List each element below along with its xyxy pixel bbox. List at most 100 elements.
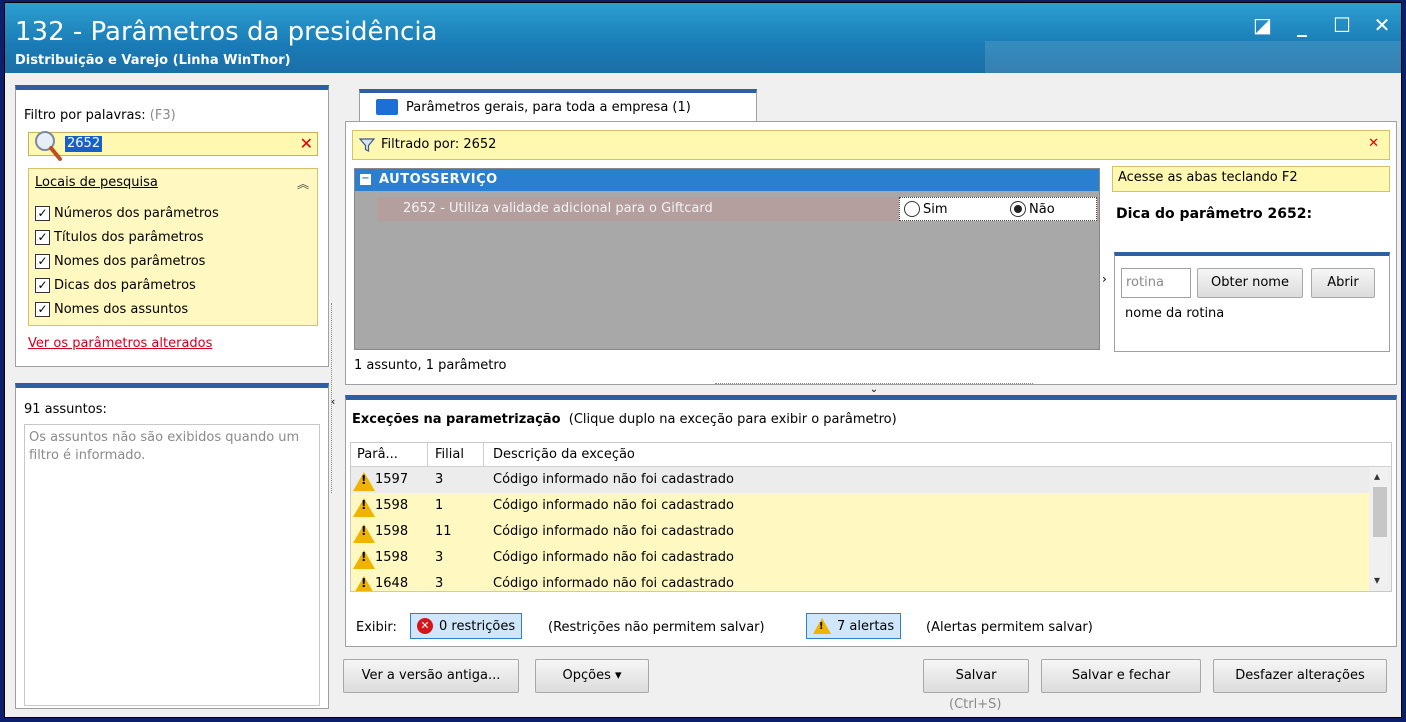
maximize-icon[interactable]: ☐: [1333, 13, 1351, 37]
checkbox-box[interactable]: ✓: [35, 301, 50, 317]
folder-icon: [376, 99, 398, 115]
checkbox-label: Números dos parâmetros: [54, 205, 219, 221]
close-icon[interactable]: ✕: [1373, 13, 1391, 37]
clear-search-icon[interactable]: ✕: [300, 134, 313, 153]
search-locations-title[interactable]: Locais de pesquisa: [35, 175, 158, 190]
col-param[interactable]: Parâ...: [357, 447, 398, 462]
search-locations-box: Locais de pesquisa ︽ ✓ Números dos parâm…: [28, 168, 318, 326]
cell-desc: Código informado não foi cadastrado: [493, 472, 734, 487]
restore-icon[interactable]: ◪: [1253, 13, 1272, 37]
col-filial[interactable]: Filial: [435, 447, 464, 462]
params-grid: − AUTOSSERVIÇO 2652 - Utiliza validade a…: [354, 168, 1100, 350]
scroll-down-icon[interactable]: ▾: [1374, 573, 1380, 587]
checkbox-box[interactable]: ✓: [35, 205, 50, 221]
subjects-list[interactable]: Os assuntos não são exibidos quando um f…: [24, 424, 320, 706]
checkbox-box[interactable]: ✓: [35, 253, 50, 269]
checkbox-names[interactable]: ✓ Nomes dos parâmetros: [35, 251, 205, 271]
filter-label-text: Filtro por palavras:: [24, 108, 146, 123]
filter-panel: Filtro por palavras: (F3) 2652 ✕ Locais …: [15, 85, 329, 367]
error-icon: ✕: [417, 618, 433, 634]
routine-panel: rotina Obter nome Abrir nome da rotina: [1114, 252, 1390, 352]
filtered-by-text: Filtrado por: 2652: [381, 137, 497, 152]
save-button[interactable]: Salvar: [923, 659, 1029, 693]
radio-no[interactable]: Não: [1010, 201, 1055, 217]
subjects-panel: 91 assuntos: Os assuntos não são exibido…: [15, 383, 329, 709]
cell-desc: Código informado não foi cadastrado: [493, 576, 734, 591]
checkbox-box[interactable]: ✓: [35, 277, 50, 293]
radio-circle-selected[interactable]: [1010, 201, 1026, 217]
group-label: AUTOSSERVIÇO: [379, 172, 498, 187]
param-value-editor[interactable]: Sim Não: [899, 197, 1097, 221]
warning-icon-mark: !: [361, 473, 367, 487]
checkbox-subjects[interactable]: ✓ Nomes dos assuntos: [35, 299, 188, 319]
cell-param: 1598: [375, 550, 409, 565]
cell-filial: 1: [435, 498, 444, 513]
exceptions-hint: (Clique duplo na exceção para exibir o p…: [568, 412, 897, 427]
table-row[interactable]: ! 1597 3 Código informado não foi cadast…: [351, 467, 1369, 493]
tab-body: Filtrado por: 2652 ✕ − AUTOSSERVIÇO 2652…: [345, 121, 1397, 385]
param-row[interactable]: 2652 - Utiliza validade adicional para o…: [377, 197, 1099, 221]
checkbox-box[interactable]: ✓: [35, 229, 50, 245]
param-tip-title: Dica do parâmetro 2652:: [1116, 206, 1313, 222]
scroll-thumb[interactable]: [1373, 487, 1387, 537]
cell-filial: 3: [435, 550, 444, 565]
checkbox-label: Nomes dos assuntos: [54, 301, 189, 317]
vertical-scrollbar[interactable]: ▴ ▾: [1369, 467, 1391, 591]
save-close-button[interactable]: Salvar e fechar: [1041, 659, 1201, 693]
open-button[interactable]: Abrir: [1311, 268, 1375, 298]
col-description[interactable]: Descrição da exceção: [493, 447, 635, 462]
clear-filter-icon[interactable]: ✕: [1368, 136, 1379, 151]
collapse-group-icon[interactable]: −: [360, 174, 371, 185]
scroll-up-icon[interactable]: ▴: [1374, 469, 1380, 483]
title-bar: 132 - Parâmetros da presidência Distribu…: [5, 3, 1401, 73]
undo-changes-button[interactable]: Desfazer alterações: [1213, 659, 1387, 693]
table-row[interactable]: ! 1598 3 Código informado não foi cadast…: [351, 545, 1369, 571]
checkbox-titles[interactable]: ✓ Títulos dos parâmetros: [35, 227, 204, 247]
options-button[interactable]: Opções ▾: [535, 659, 649, 693]
exceptions-title-text: Exceções na parametrização: [352, 412, 561, 427]
warning-icon-mark: !: [361, 498, 367, 512]
radio-circle[interactable]: [904, 201, 920, 217]
routine-input[interactable]: rotina: [1121, 268, 1191, 298]
magnifier-icon: [35, 131, 62, 161]
changed-params-link[interactable]: Ver os parâmetros alterados: [28, 336, 212, 351]
expand-panel-icon[interactable]: ›: [1102, 272, 1107, 286]
checkbox-label: Dicas dos parâmetros: [54, 277, 196, 293]
old-version-button[interactable]: Ver a versão antiga...: [343, 659, 519, 693]
warning-icon-mark: !: [819, 621, 824, 632]
table-row[interactable]: ! 1598 11 Código informado não foi cadas…: [351, 519, 1369, 545]
radio-yes[interactable]: Sim: [904, 201, 948, 217]
alerts-button[interactable]: ! 7 alertas: [806, 613, 902, 639]
collapse-icon[interactable]: ︽: [297, 175, 309, 192]
search-input[interactable]: 2652 ✕: [28, 131, 318, 161]
tab-general-params[interactable]: Parâmetros gerais, para toda a empresa (…: [359, 89, 757, 121]
restrictions-button[interactable]: ✕ 0 restrições: [410, 613, 523, 639]
get-name-button[interactable]: Obter nome: [1197, 268, 1303, 298]
subjects-count: 91 assuntos:: [24, 402, 107, 417]
checkbox-numbers[interactable]: ✓ Números dos parâmetros: [35, 203, 219, 223]
alerts-note: (Alertas permitem salvar): [926, 620, 1093, 635]
exceptions-title: Exceções na parametrização (Clique duplo…: [352, 412, 897, 427]
checkbox-label: Nomes dos parâmetros: [54, 253, 206, 269]
horizontal-splitter[interactable]: ⌄: [715, 383, 1033, 395]
table-row[interactable]: ! 1648 3 Código informado não foi cadast…: [351, 571, 1369, 591]
checkbox-label: Títulos dos parâmetros: [54, 229, 204, 245]
cell-filial: 3: [435, 576, 444, 591]
table-header: Parâ... Filial Descrição da exceção: [351, 443, 1391, 467]
checkbox-tips[interactable]: ✓ Dicas dos parâmetros: [35, 275, 196, 295]
table-row[interactable]: ! 1598 1 Código informado não foi cadast…: [351, 493, 1369, 519]
group-header[interactable]: − AUTOSSERVIÇO: [355, 169, 1099, 191]
radio-yes-label: Sim: [923, 201, 948, 217]
tab-label: Parâmetros gerais, para toda a empresa (…: [406, 100, 691, 115]
funnel-icon: [359, 138, 375, 152]
collapse-left-icon[interactable]: ‹: [331, 395, 335, 408]
column-divider: [483, 443, 484, 467]
main-window: 132 - Parâmetros da presidência Distribu…: [4, 2, 1402, 718]
minimize-icon[interactable]: _: [1293, 13, 1311, 37]
filter-label: Filtro por palavras: (F3): [24, 108, 176, 123]
cell-filial: 11: [435, 524, 452, 539]
window-subtitle: Distribuição e Varejo (Linha WinThor): [15, 53, 291, 68]
search-value[interactable]: 2652: [65, 136, 103, 152]
tab-hint-box: Acesse as abas teclando F2: [1112, 166, 1390, 192]
exceptions-table: Parâ... Filial Descrição da exceção ! 15…: [350, 442, 1392, 592]
